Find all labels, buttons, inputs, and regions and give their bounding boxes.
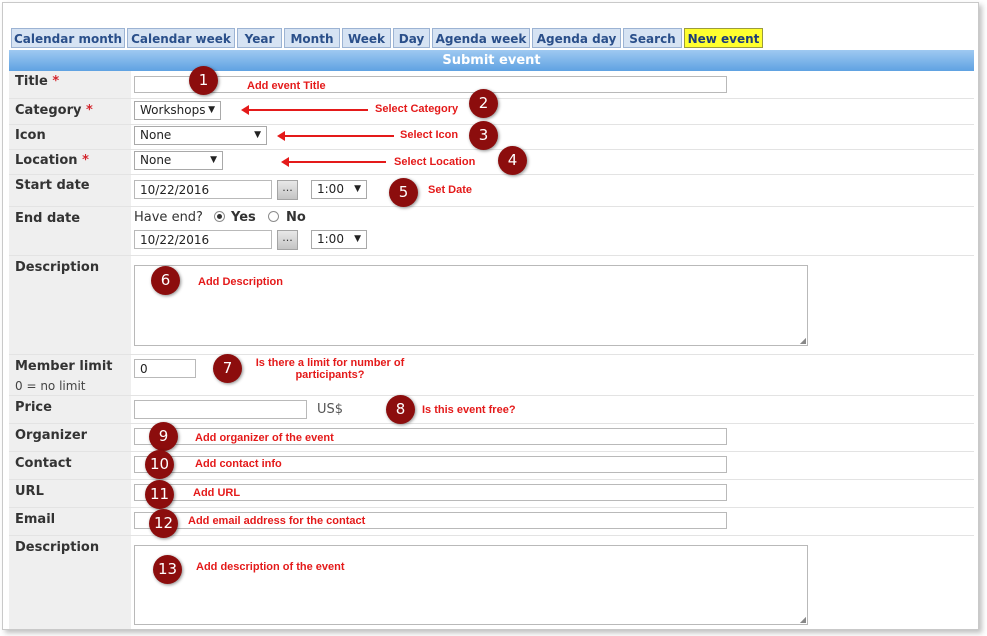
contact-label: Contact [15, 456, 72, 471]
annotation-badge-10: 10 [145, 450, 174, 479]
annotation-note-7-line2: participants? [295, 369, 365, 381]
annotation-note-4: Select Location [394, 156, 476, 168]
description2-textarea[interactable]: ◢ [134, 545, 808, 625]
resize-grip-icon[interactable]: ◢ [800, 336, 806, 345]
tab-day[interactable]: Day [393, 28, 430, 48]
tab-new-event[interactable]: New event [684, 28, 763, 48]
title-label: Title * [15, 74, 60, 89]
price-label: Price [15, 400, 52, 415]
annotation-badge-9: 9 [149, 422, 178, 451]
start-date-label: Start date [15, 178, 90, 193]
description2-label: Description [15, 540, 100, 555]
member-limit-input[interactable]: 0 [134, 359, 196, 378]
chevron-down-icon: ▼ [208, 105, 215, 115]
have-end-no-radio[interactable] [268, 211, 279, 222]
price-input[interactable] [134, 400, 307, 419]
member-limit-hint: 0 = no limit [15, 379, 86, 393]
annotation-note-12: Add email address for the contact [188, 515, 366, 527]
row-divider [9, 174, 974, 175]
row-divider [9, 354, 974, 355]
tab-year[interactable]: Year [237, 28, 282, 48]
end-date-input[interactable]: 10/22/2016 [134, 230, 272, 249]
tab-week[interactable]: Week [342, 28, 391, 48]
annotation-badge-3: 3 [469, 121, 498, 150]
category-label: Category * [15, 103, 93, 118]
icon-select[interactable]: None ▼ [134, 126, 267, 145]
start-time-select[interactable]: 1:00 ▼ [311, 180, 367, 199]
annotation-badge-7: 7 [213, 354, 242, 383]
have-end-label: Have end? [134, 210, 203, 225]
tab-search[interactable]: Search [623, 28, 682, 48]
row-divider [9, 535, 974, 536]
member-limit-label: Member limit [15, 359, 113, 374]
start-date-input[interactable]: 10/22/2016 [134, 180, 272, 199]
chevron-down-icon: ▼ [254, 130, 261, 140]
tab-calendar-week[interactable]: Calendar week [127, 28, 235, 48]
tab-agenda-week[interactable]: Agenda week [432, 28, 530, 48]
url-label: URL [15, 484, 44, 499]
price-currency: US$ [317, 402, 344, 417]
annotation-note-7-line1: Is there a limit for number of [255, 357, 405, 369]
annotation-badge-4: 4 [498, 146, 527, 175]
description-label: Description [15, 260, 100, 275]
annotation-arrow-4 [281, 157, 386, 167]
have-end-yes-radio[interactable] [214, 211, 225, 222]
annotation-arrow-3 [277, 131, 394, 141]
annotation-note-10: Add contact info [195, 458, 282, 470]
annotation-note-11: Add URL [193, 487, 241, 499]
annotation-badge-5: 5 [389, 178, 418, 207]
row-divider [9, 149, 974, 150]
category-select[interactable]: Workshops ▼ [134, 101, 221, 120]
row-divider [9, 206, 974, 207]
window-frame: Calendar month Calendar week Year Month … [2, 2, 979, 630]
annotation-badge-1: 1 [189, 66, 218, 95]
title-input[interactable] [134, 76, 727, 93]
annotation-note-7: Is there a limit for number of participa… [255, 357, 405, 381]
row-divider [9, 423, 974, 424]
chevron-down-icon: ▼ [354, 234, 361, 244]
form-header: Submit event [9, 50, 974, 71]
annotation-badge-11: 11 [145, 480, 174, 509]
end-time-select[interactable]: 1:00 ▼ [311, 230, 367, 249]
annotation-badge-2: 2 [469, 89, 498, 118]
annotation-note-13: Add description of the event [196, 561, 345, 573]
annotation-note-2: Select Category [375, 103, 459, 115]
end-date-picker-button[interactable]: ... [277, 230, 298, 250]
annotation-note-9: Add organizer of the event [195, 432, 334, 444]
location-label: Location * [15, 153, 89, 168]
annotation-badge-8: 8 [386, 395, 415, 424]
have-end-no-label: No [286, 210, 306, 225]
annotation-note-1: Add event Title [247, 80, 326, 92]
email-label: Email [15, 512, 56, 527]
annotation-badge-13: 13 [153, 555, 182, 584]
annotation-badge-6: 6 [151, 266, 180, 295]
location-select[interactable]: None ▼ [134, 151, 223, 170]
tab-month[interactable]: Month [284, 28, 340, 48]
end-date-label: End date [15, 211, 81, 226]
chevron-down-icon: ▼ [210, 155, 217, 165]
annotation-badge-12: 12 [149, 509, 178, 538]
annotation-note-6: Add Description [198, 276, 283, 288]
chevron-down-icon: ▼ [354, 184, 361, 194]
tab-calendar-month[interactable]: Calendar month [11, 28, 125, 48]
annotation-note-5: Set Date [428, 184, 473, 196]
icon-label: Icon [15, 128, 46, 143]
row-divider [9, 395, 974, 396]
row-divider [9, 255, 974, 256]
annotation-note-8: Is this event free? [422, 404, 516, 416]
annotation-arrow-2 [241, 105, 368, 115]
start-date-picker-button[interactable]: ... [277, 180, 298, 200]
organizer-label: Organizer [15, 428, 88, 443]
resize-grip-icon[interactable]: ◢ [800, 615, 806, 624]
annotation-note-3: Select Icon [400, 129, 459, 141]
tab-agenda-day[interactable]: Agenda day [532, 28, 621, 48]
have-end-yes-label: Yes [231, 210, 256, 225]
